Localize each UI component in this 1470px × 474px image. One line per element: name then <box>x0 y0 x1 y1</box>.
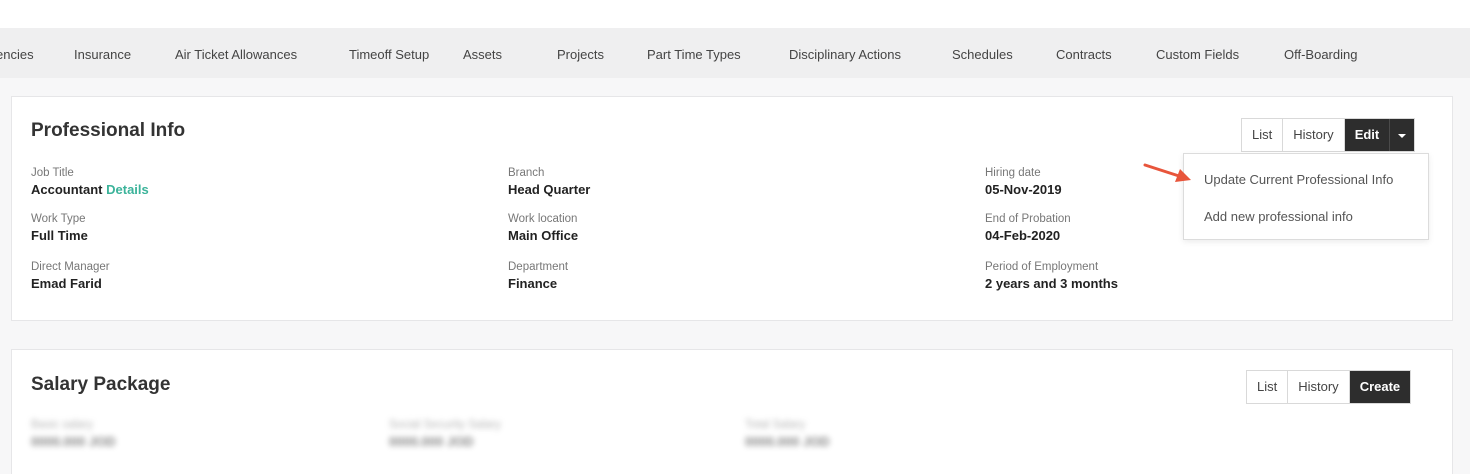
total-salary-field: Total Salary 0000.000 JOD <box>745 418 830 450</box>
period-of-employment-value: 2 years and 3 months <box>985 276 1118 291</box>
branch-value: Head Quarter <box>508 182 591 197</box>
tab-part-time-types[interactable]: Part Time Types <box>647 28 741 78</box>
tab-timeoff-setup[interactable]: Timeoff Setup <box>349 28 429 78</box>
tab-assets[interactable]: Assets <box>463 28 502 78</box>
edit-button[interactable]: Edit <box>1344 119 1390 151</box>
department-value: Finance <box>508 276 558 291</box>
basic-salary-value: 0000.000 JOD <box>31 434 116 449</box>
professional-info-title: Professional Info <box>31 120 186 141</box>
work-type-label: Work Type <box>31 213 86 225</box>
tab-contracts[interactable]: Contracts <box>1056 28 1112 78</box>
social-security-salary-label: Social Security Salary <box>389 419 501 431</box>
update-current-professional-info-item[interactable]: Update Current Professional Info <box>1204 172 1393 187</box>
salary-list-button[interactable]: List <box>1247 371 1289 403</box>
social-security-salary-field: Social Security Salary 0000.000 JOD <box>389 418 501 450</box>
total-salary-value: 0000.000 JOD <box>745 434 830 449</box>
end-of-probation-value: 04-Feb-2020 <box>985 228 1061 243</box>
annotation-arrow-icon <box>1143 163 1191 182</box>
work-location-field: Work location Main Office <box>508 212 578 244</box>
job-title-field: Job Title Accountant Details <box>31 166 149 198</box>
work-location-value: Main Office <box>508 228 579 243</box>
work-type-value: Full Time <box>31 228 88 243</box>
tab-air-ticket-allowances[interactable]: Air Ticket Allowances <box>175 28 297 78</box>
total-salary-label: Total Salary <box>745 419 806 431</box>
department-field: Department Finance <box>508 260 568 292</box>
work-type-field: Work Type Full Time <box>31 212 88 244</box>
tab-projects[interactable]: Projects <box>557 28 604 78</box>
job-title-value-row: Accountant Details <box>31 181 149 198</box>
tab-custom-fields[interactable]: Custom Fields <box>1156 28 1239 78</box>
history-button[interactable]: History <box>1283 119 1345 151</box>
department-label: Department <box>508 261 569 273</box>
top-bar <box>0 0 1470 28</box>
professional-actions: List History Edit <box>1241 118 1416 152</box>
caret-down-icon <box>1398 133 1407 138</box>
list-button[interactable]: List <box>1242 119 1284 151</box>
hiring-date-label: Hiring date <box>985 167 1041 179</box>
add-new-professional-info-item[interactable]: Add new professional info <box>1204 209 1353 224</box>
salary-actions: List History Create <box>1246 370 1412 404</box>
social-security-salary-value: 0000.000 JOD <box>389 434 474 449</box>
direct-manager-field: Direct Manager Emad Farid <box>31 260 110 292</box>
hiring-date-value: 05-Nov-2019 <box>985 182 1062 197</box>
job-title-value: Accountant <box>31 182 103 197</box>
hiring-date-field: Hiring date 05-Nov-2019 <box>985 166 1062 198</box>
edit-dropdown-menu: Update Current Professional Info Add new… <box>1183 153 1429 240</box>
create-button[interactable]: Create <box>1349 371 1411 403</box>
work-location-label: Work location <box>508 213 578 225</box>
job-title-details-link[interactable]: Details <box>106 182 149 197</box>
tab-off-boarding[interactable]: Off-Boarding <box>1284 28 1357 78</box>
basic-salary-field: Basic salary 0000.000 JOD <box>31 418 116 450</box>
job-title-label: Job Title <box>31 167 74 179</box>
end-of-probation-field: End of Probation 04-Feb-2020 <box>985 212 1071 244</box>
edit-dropdown-toggle[interactable] <box>1389 119 1415 151</box>
end-of-probation-label: End of Probation <box>985 213 1071 225</box>
tab-insurance[interactable]: Insurance <box>74 28 131 78</box>
tab-bar: encies Insurance Air Ticket Allowances T… <box>0 28 1470 78</box>
branch-field: Branch Head Quarter <box>508 166 590 198</box>
tab-competencies[interactable]: encies <box>0 28 34 78</box>
basic-salary-label: Basic salary <box>31 419 93 431</box>
tab-schedules[interactable]: Schedules <box>952 28 1013 78</box>
direct-manager-value: Emad Farid <box>31 276 102 291</box>
branch-label: Branch <box>508 167 545 179</box>
direct-manager-label: Direct Manager <box>31 261 110 273</box>
tab-disciplinary-actions[interactable]: Disciplinary Actions <box>789 28 901 78</box>
salary-package-title: Salary Package <box>31 374 171 395</box>
salary-package-card: Salary Package List History Create Basic… <box>11 349 1453 474</box>
period-of-employment-field: Period of Employment 2 years and 3 month… <box>985 260 1118 292</box>
period-of-employment-label: Period of Employment <box>985 261 1099 273</box>
salary-history-button[interactable]: History <box>1288 371 1350 403</box>
